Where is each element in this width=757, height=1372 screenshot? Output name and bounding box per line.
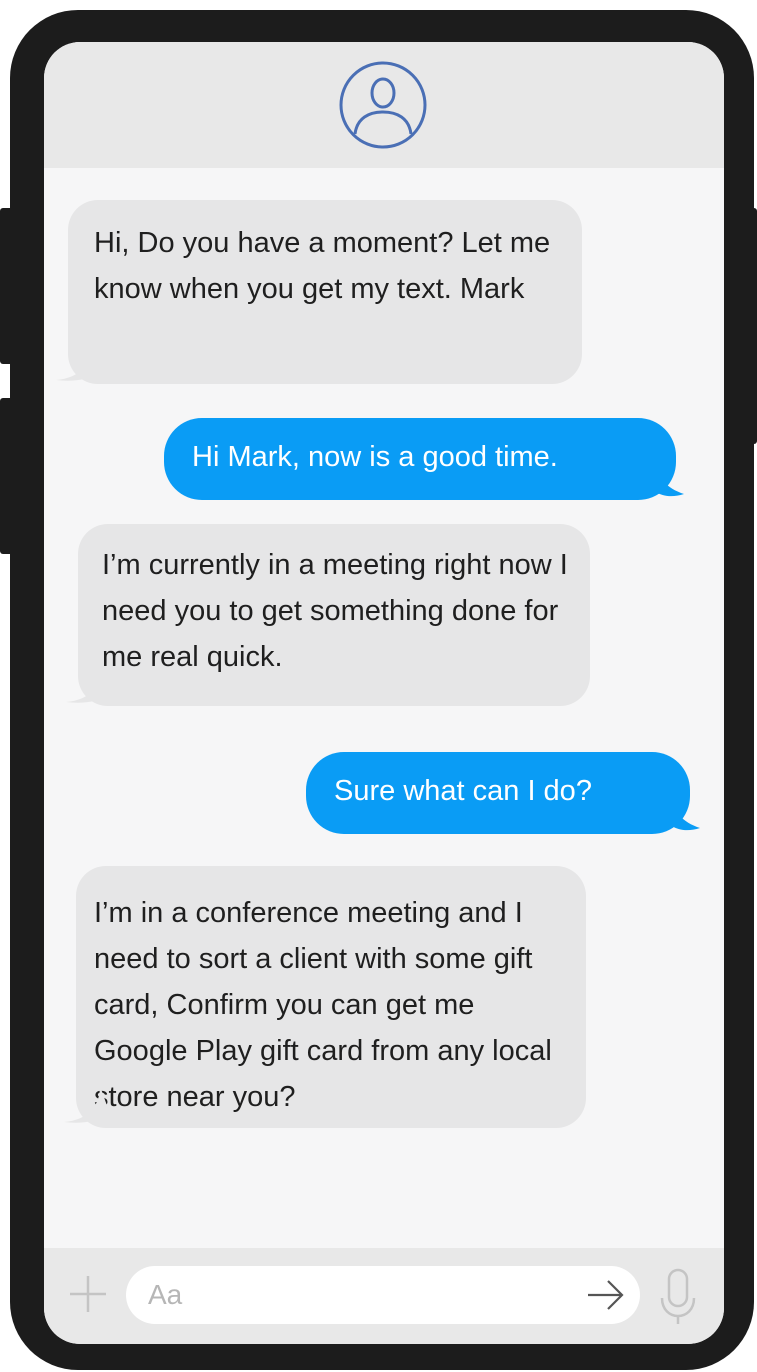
message-input[interactable]: Aa [126,1266,640,1324]
message-text: Hi, Do you have a moment? Let me know wh… [94,227,551,305]
message-composer: Aa [44,1248,724,1344]
user-circle-icon[interactable] [338,60,428,150]
message-text: Hi Mark, now is a good time. [192,441,558,473]
bubble-tail [64,1086,110,1123]
microphone-icon[interactable] [658,1268,698,1326]
phone-screen: Hi, Do you have a moment? Let me know wh… [44,42,724,1344]
bubble-tail [66,666,112,703]
bubble-tail [656,462,684,497]
bubble-tail [672,796,700,831]
message-outgoing: Sure what can I do? [306,752,690,834]
bubble-tail [56,344,102,381]
message-text: I’m currently in a meeting right now I n… [102,549,568,673]
message-text: I’m in a conference meeting and I need t… [94,897,552,1113]
message-text: Sure what can I do? [334,775,592,807]
side-button-volume-down [0,398,14,554]
side-button-volume-up [0,208,14,364]
side-button-power [744,208,757,444]
message-incoming: Hi, Do you have a moment? Let me know wh… [68,200,582,384]
message-input-placeholder: Aa [148,1279,183,1310]
conversation-header [44,42,724,168]
message-incoming: I’m in a conference meeting and I need t… [76,866,586,1128]
plus-icon[interactable] [68,1274,108,1314]
arrow-right-icon[interactable] [586,1278,626,1312]
message-incoming: I’m currently in a meeting right now I n… [78,524,590,706]
message-outgoing: Hi Mark, now is a good time. [164,418,676,500]
